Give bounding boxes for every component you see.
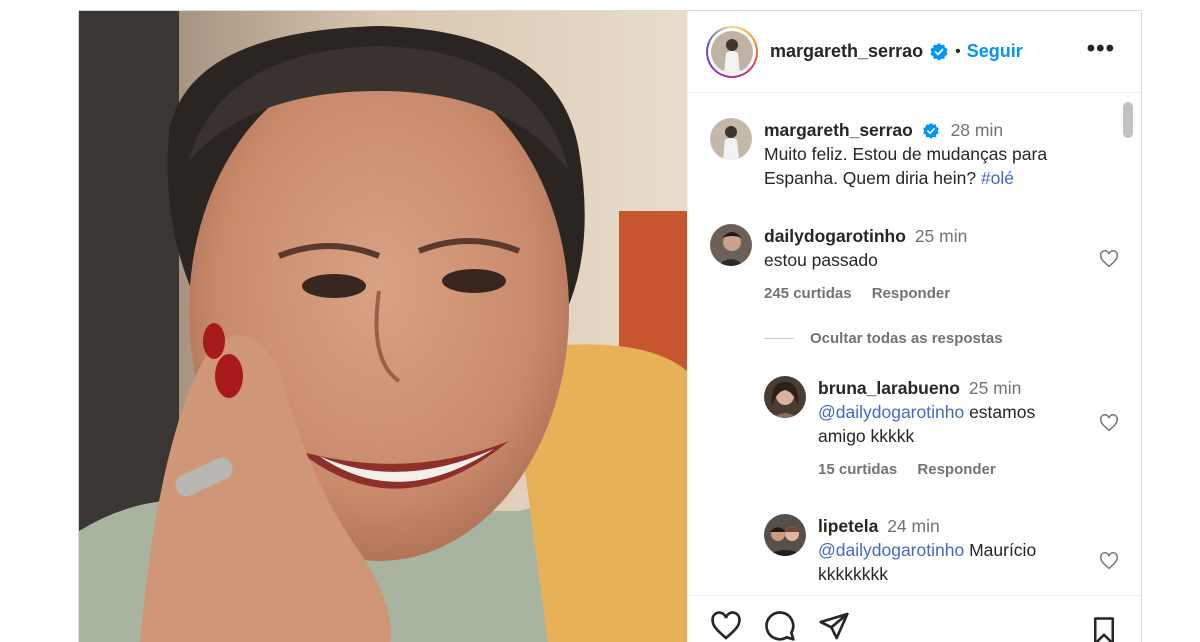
comment-username[interactable]: dailydogarotinho [764, 226, 906, 246]
post-action-bar [688, 595, 1141, 642]
heart-icon[interactable] [710, 610, 742, 641]
verified-badge-icon [922, 123, 939, 140]
reply-text-line2: amigo kkkkk [818, 426, 915, 446]
replier-avatar[interactable] [764, 514, 806, 556]
post-side-panel: margareth_serrao • Seguir ••• margareth_… [687, 11, 1141, 642]
post-photo[interactable] [79, 11, 687, 642]
post-caption: margareth_serrao 28 min Muito feliz. Est… [710, 118, 1121, 190]
heart-icon[interactable] [1099, 414, 1119, 432]
reply-item: lipetela 24 min @dailydogarotinho Mauríc… [764, 514, 1121, 586]
reply-button[interactable]: Responder [872, 285, 950, 302]
reply-mention[interactable]: @dailydogarotinho [818, 540, 964, 560]
reply-likes[interactable]: 15 curtidas [818, 461, 897, 478]
scrollbar-thumb[interactable] [1123, 102, 1133, 138]
reply-time: 25 min [968, 378, 1022, 398]
bookmark-icon[interactable] [1091, 616, 1117, 642]
portrait-image [79, 11, 687, 642]
heart-icon[interactable] [1099, 250, 1119, 268]
reply-button[interactable]: Responder [917, 461, 995, 478]
comment-time: 25 min [914, 226, 968, 246]
hide-replies-button[interactable]: Ocultar todas as respostas [764, 330, 1003, 347]
comment-likes[interactable]: 245 curtidas [764, 285, 852, 302]
replier-avatar[interactable] [764, 376, 806, 418]
hide-replies-label: Ocultar todas as respostas [810, 330, 1003, 347]
commenter-avatar[interactable] [710, 224, 752, 266]
reply-item: bruna_larabueno 25 min @dailydogarotinho… [764, 376, 1121, 482]
divider-line [764, 338, 794, 339]
follow-button[interactable]: Seguir [967, 41, 1023, 62]
separator-dot: • [955, 42, 961, 60]
reply-time: 24 min [887, 516, 940, 536]
caption-time: 28 min [950, 120, 1004, 140]
heart-icon[interactable] [1099, 552, 1119, 570]
comment-item: dailydogarotinho 25 min estou passado 24… [710, 224, 1121, 306]
caption-hashtag[interactable]: #olé [981, 168, 1014, 188]
story-ring[interactable] [706, 25, 758, 78]
author-username[interactable]: margareth_serrao [770, 41, 923, 62]
paper-plane-icon[interactable] [818, 610, 850, 642]
instagram-post: margareth_serrao • Seguir ••• margareth_… [78, 10, 1142, 642]
caption-author-avatar[interactable] [710, 118, 752, 160]
comment-text: estou passado [764, 250, 878, 270]
verified-badge-icon [930, 42, 948, 61]
comment-bubble-icon[interactable] [764, 610, 796, 642]
reply-text-line2: kkkkkkkk [818, 564, 888, 584]
more-options-icon[interactable]: ••• [1087, 37, 1115, 61]
caption-username[interactable]: margareth_serrao [764, 120, 913, 140]
reply-mention[interactable]: @dailydogarotinho [818, 402, 964, 422]
reply-text-line1: estamos [969, 402, 1036, 422]
comments-list[interactable]: margareth_serrao 28 min Muito feliz. Est… [688, 94, 1141, 594]
reply-username[interactable]: lipetela [818, 516, 878, 536]
reply-text-line1: Maurício [969, 540, 1037, 560]
post-header: margareth_serrao • Seguir ••• [688, 11, 1141, 93]
author-avatar [711, 30, 753, 73]
reply-username[interactable]: bruna_larabueno [818, 378, 960, 398]
